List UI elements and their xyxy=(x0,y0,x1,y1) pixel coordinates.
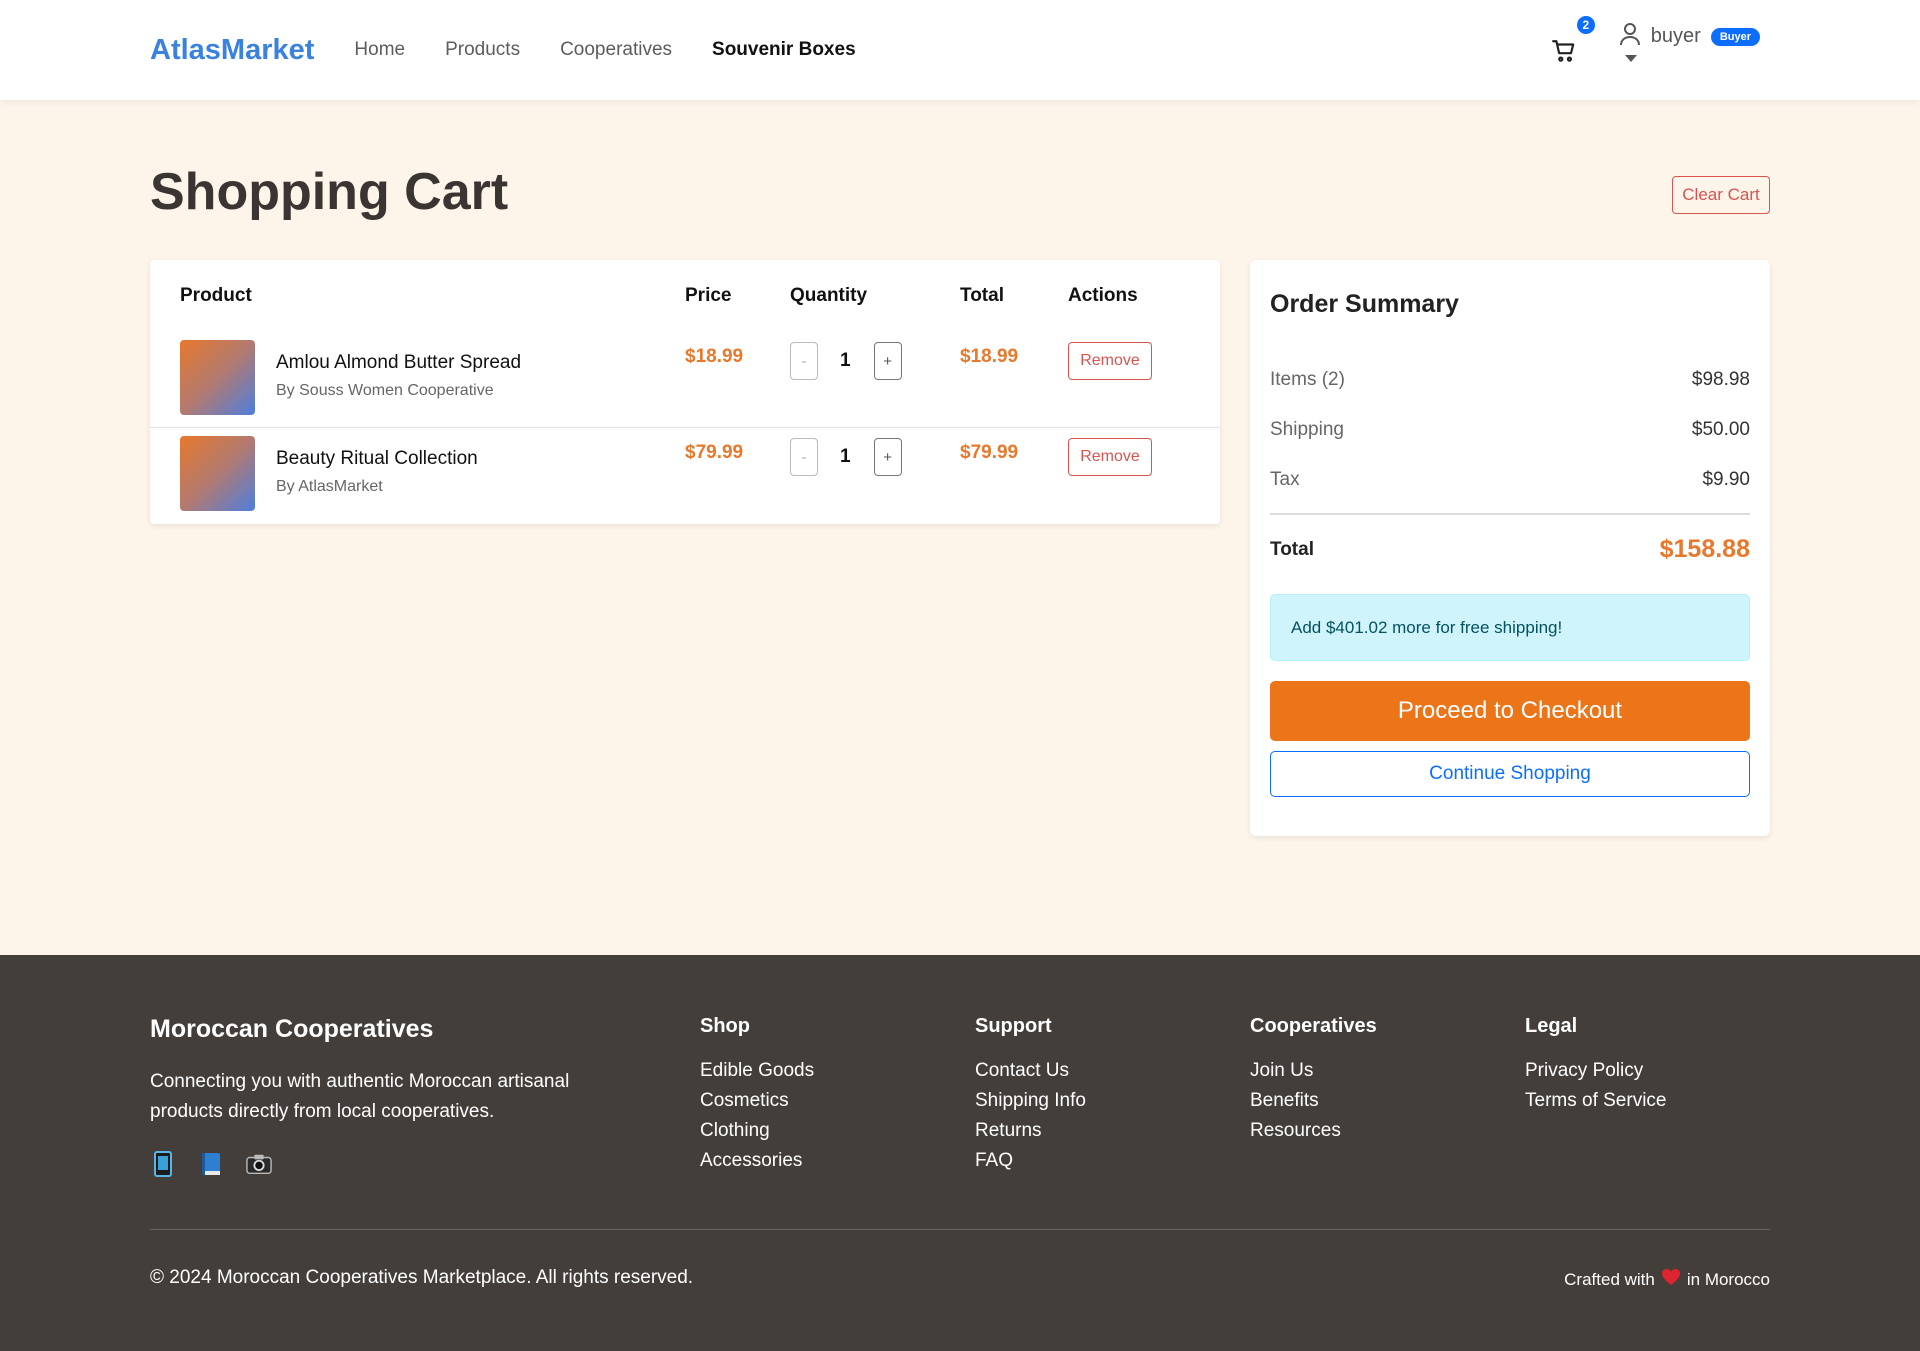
shipping-label: Shipping xyxy=(1270,419,1344,440)
product-name[interactable]: Beauty Ritual Collection xyxy=(276,448,478,470)
main-content: Shopping Cart Clear Cart Product Price Q… xyxy=(0,100,1920,955)
footer-description: Connecting you with authentic Moroccan a… xyxy=(150,1071,570,1122)
header-price: Price xyxy=(685,285,732,306)
footer-column-legal: Legal Privacy Policy Terms of Service xyxy=(1525,1015,1666,1116)
cart-table: Product Price Quantity Total Actions Aml… xyxy=(150,260,1220,524)
quantity-stepper: - 1 + xyxy=(790,428,960,476)
nav-cooperatives[interactable]: Cooperatives xyxy=(560,39,672,61)
footer-link-returns[interactable]: Returns xyxy=(975,1116,1086,1146)
product-price: $18.99 xyxy=(685,346,744,367)
footer-link-privacy-policy[interactable]: Privacy Policy xyxy=(1525,1056,1666,1086)
book-icon[interactable] xyxy=(198,1151,224,1177)
user-icon xyxy=(1619,22,1641,51)
crafted-suffix: in Morocco xyxy=(1686,1269,1770,1289)
increase-quantity-button[interactable]: + xyxy=(873,438,902,476)
summary-tax-row: Tax $9.90 xyxy=(1270,469,1750,491)
footer-link-shipping-info[interactable]: Shipping Info xyxy=(975,1086,1086,1116)
tax-value: $9.90 xyxy=(1702,469,1750,490)
footer-column-title: Legal xyxy=(1525,1015,1578,1037)
footer-column-shop: Shop Edible Goods Cosmetics Clothing Acc… xyxy=(700,1015,814,1176)
footer-column-title: Support xyxy=(975,1015,1052,1037)
order-summary: Order Summary Items (2) $98.98 Shipping … xyxy=(1250,260,1770,836)
line-total: $18.99 xyxy=(960,346,1019,367)
line-total: $79.99 xyxy=(960,442,1019,463)
table-row: Beauty Ritual Collection By AtlasMarket … xyxy=(150,428,1220,524)
summary-shipping-row: Shipping $50.00 xyxy=(1270,419,1750,441)
product-seller: By Souss Women Cooperative xyxy=(276,382,494,399)
summary-title: Order Summary xyxy=(1270,290,1459,318)
crafted-prefix: Crafted with xyxy=(1564,1269,1655,1289)
decrease-quantity-button[interactable]: - xyxy=(790,438,818,476)
remove-item-button[interactable]: Remove xyxy=(1068,342,1152,380)
footer-link-accessories[interactable]: Accessories xyxy=(700,1146,814,1176)
proceed-to-checkout-button[interactable]: Proceed to Checkout xyxy=(1270,681,1750,741)
total-value: $158.88 xyxy=(1659,535,1750,563)
free-shipping-alert: Add $401.02 more for free shipping! xyxy=(1270,594,1750,661)
cart-button[interactable]: 2 xyxy=(1551,16,1595,68)
chevron-down-icon[interactable] xyxy=(1624,55,1637,62)
header-actions: Actions xyxy=(1068,285,1138,306)
nav-souvenir-boxes[interactable]: Souvenir Boxes xyxy=(712,39,856,61)
cart-icon xyxy=(1551,40,1577,68)
footer-column-title: Cooperatives xyxy=(1250,1015,1377,1037)
role-badge: Buyer xyxy=(1710,27,1760,46)
summary-divider xyxy=(1270,513,1750,515)
items-value: $98.98 xyxy=(1691,369,1750,390)
increase-quantity-button[interactable]: + xyxy=(873,342,902,380)
footer-column-support: Support Contact Us Shipping Info Returns… xyxy=(975,1015,1086,1176)
heart-icon xyxy=(1661,1268,1681,1291)
user-menu[interactable]: buyer Buyer xyxy=(1619,22,1760,62)
quantity-stepper: - 1 + xyxy=(790,332,960,380)
footer-link-edible-goods[interactable]: Edible Goods xyxy=(700,1056,814,1086)
camera-icon[interactable] xyxy=(246,1151,272,1177)
items-label: Items (2) xyxy=(1270,369,1345,390)
total-label: Total xyxy=(1270,538,1314,560)
footer-link-contact-us[interactable]: Contact Us xyxy=(975,1056,1086,1086)
footer-link-terms-of-service[interactable]: Terms of Service xyxy=(1525,1086,1666,1116)
cart-count-badge: 2 xyxy=(1576,16,1595,34)
site-footer: Moroccan Cooperatives Connecting you wit… xyxy=(0,955,1920,1351)
decrease-quantity-button[interactable]: - xyxy=(790,342,818,380)
table-row: Amlou Almond Butter Spread By Souss Wome… xyxy=(150,332,1220,428)
footer-link-faq[interactable]: FAQ xyxy=(975,1146,1086,1176)
clear-cart-button[interactable]: Clear Cart xyxy=(1672,176,1770,214)
footer-link-clothing[interactable]: Clothing xyxy=(700,1116,814,1146)
product-price: $79.99 xyxy=(685,442,744,463)
quantity-value: 1 xyxy=(840,446,851,467)
product-image[interactable] xyxy=(180,340,255,415)
header-product: Product xyxy=(180,285,252,306)
continue-shopping-button[interactable]: Continue Shopping xyxy=(1270,751,1750,797)
user-name: buyer xyxy=(1650,25,1701,47)
phone-icon[interactable] xyxy=(150,1151,176,1177)
nav-products[interactable]: Products xyxy=(445,39,520,61)
nav-right: 2 buyer Buyer xyxy=(1551,0,1760,100)
social-links xyxy=(150,1151,294,1177)
footer-column-cooperatives: Cooperatives Join Us Benefits Resources xyxy=(1250,1015,1377,1146)
remove-item-button[interactable]: Remove xyxy=(1068,438,1152,476)
shipping-value: $50.00 xyxy=(1691,419,1750,440)
product-seller: By AtlasMarket xyxy=(276,478,383,495)
header-total: Total xyxy=(960,285,1004,306)
header-quantity: Quantity xyxy=(790,285,868,306)
crafted-with-love: Crafted with in Morocco xyxy=(1564,1268,1770,1291)
cart-table-header: Product Price Quantity Total Actions xyxy=(150,260,1220,332)
product-name[interactable]: Amlou Almond Butter Spread xyxy=(276,352,521,374)
footer-link-resources[interactable]: Resources xyxy=(1250,1116,1377,1146)
top-navbar: AtlasMarket Home Products Cooperatives S… xyxy=(0,0,1920,100)
copyright-text: © 2024 Moroccan Cooperatives Marketplace… xyxy=(150,1267,694,1288)
footer-link-benefits[interactable]: Benefits xyxy=(1250,1086,1377,1116)
summary-items-row: Items (2) $98.98 xyxy=(1270,369,1750,391)
summary-total-row: Total $158.88 xyxy=(1270,535,1750,564)
quantity-value: 1 xyxy=(840,350,851,371)
nav-home[interactable]: Home xyxy=(354,39,405,61)
brand-logo[interactable]: AtlasMarket xyxy=(150,34,314,67)
product-image[interactable] xyxy=(180,436,255,511)
footer-divider xyxy=(150,1229,1770,1230)
footer-column-title: Shop xyxy=(700,1015,750,1037)
page-title: Shopping Cart xyxy=(150,163,509,221)
footer-link-join-us[interactable]: Join Us xyxy=(1250,1056,1377,1086)
tax-label: Tax xyxy=(1270,469,1300,490)
footer-brand: Moroccan Cooperatives xyxy=(150,1015,434,1043)
footer-link-cosmetics[interactable]: Cosmetics xyxy=(700,1086,814,1116)
